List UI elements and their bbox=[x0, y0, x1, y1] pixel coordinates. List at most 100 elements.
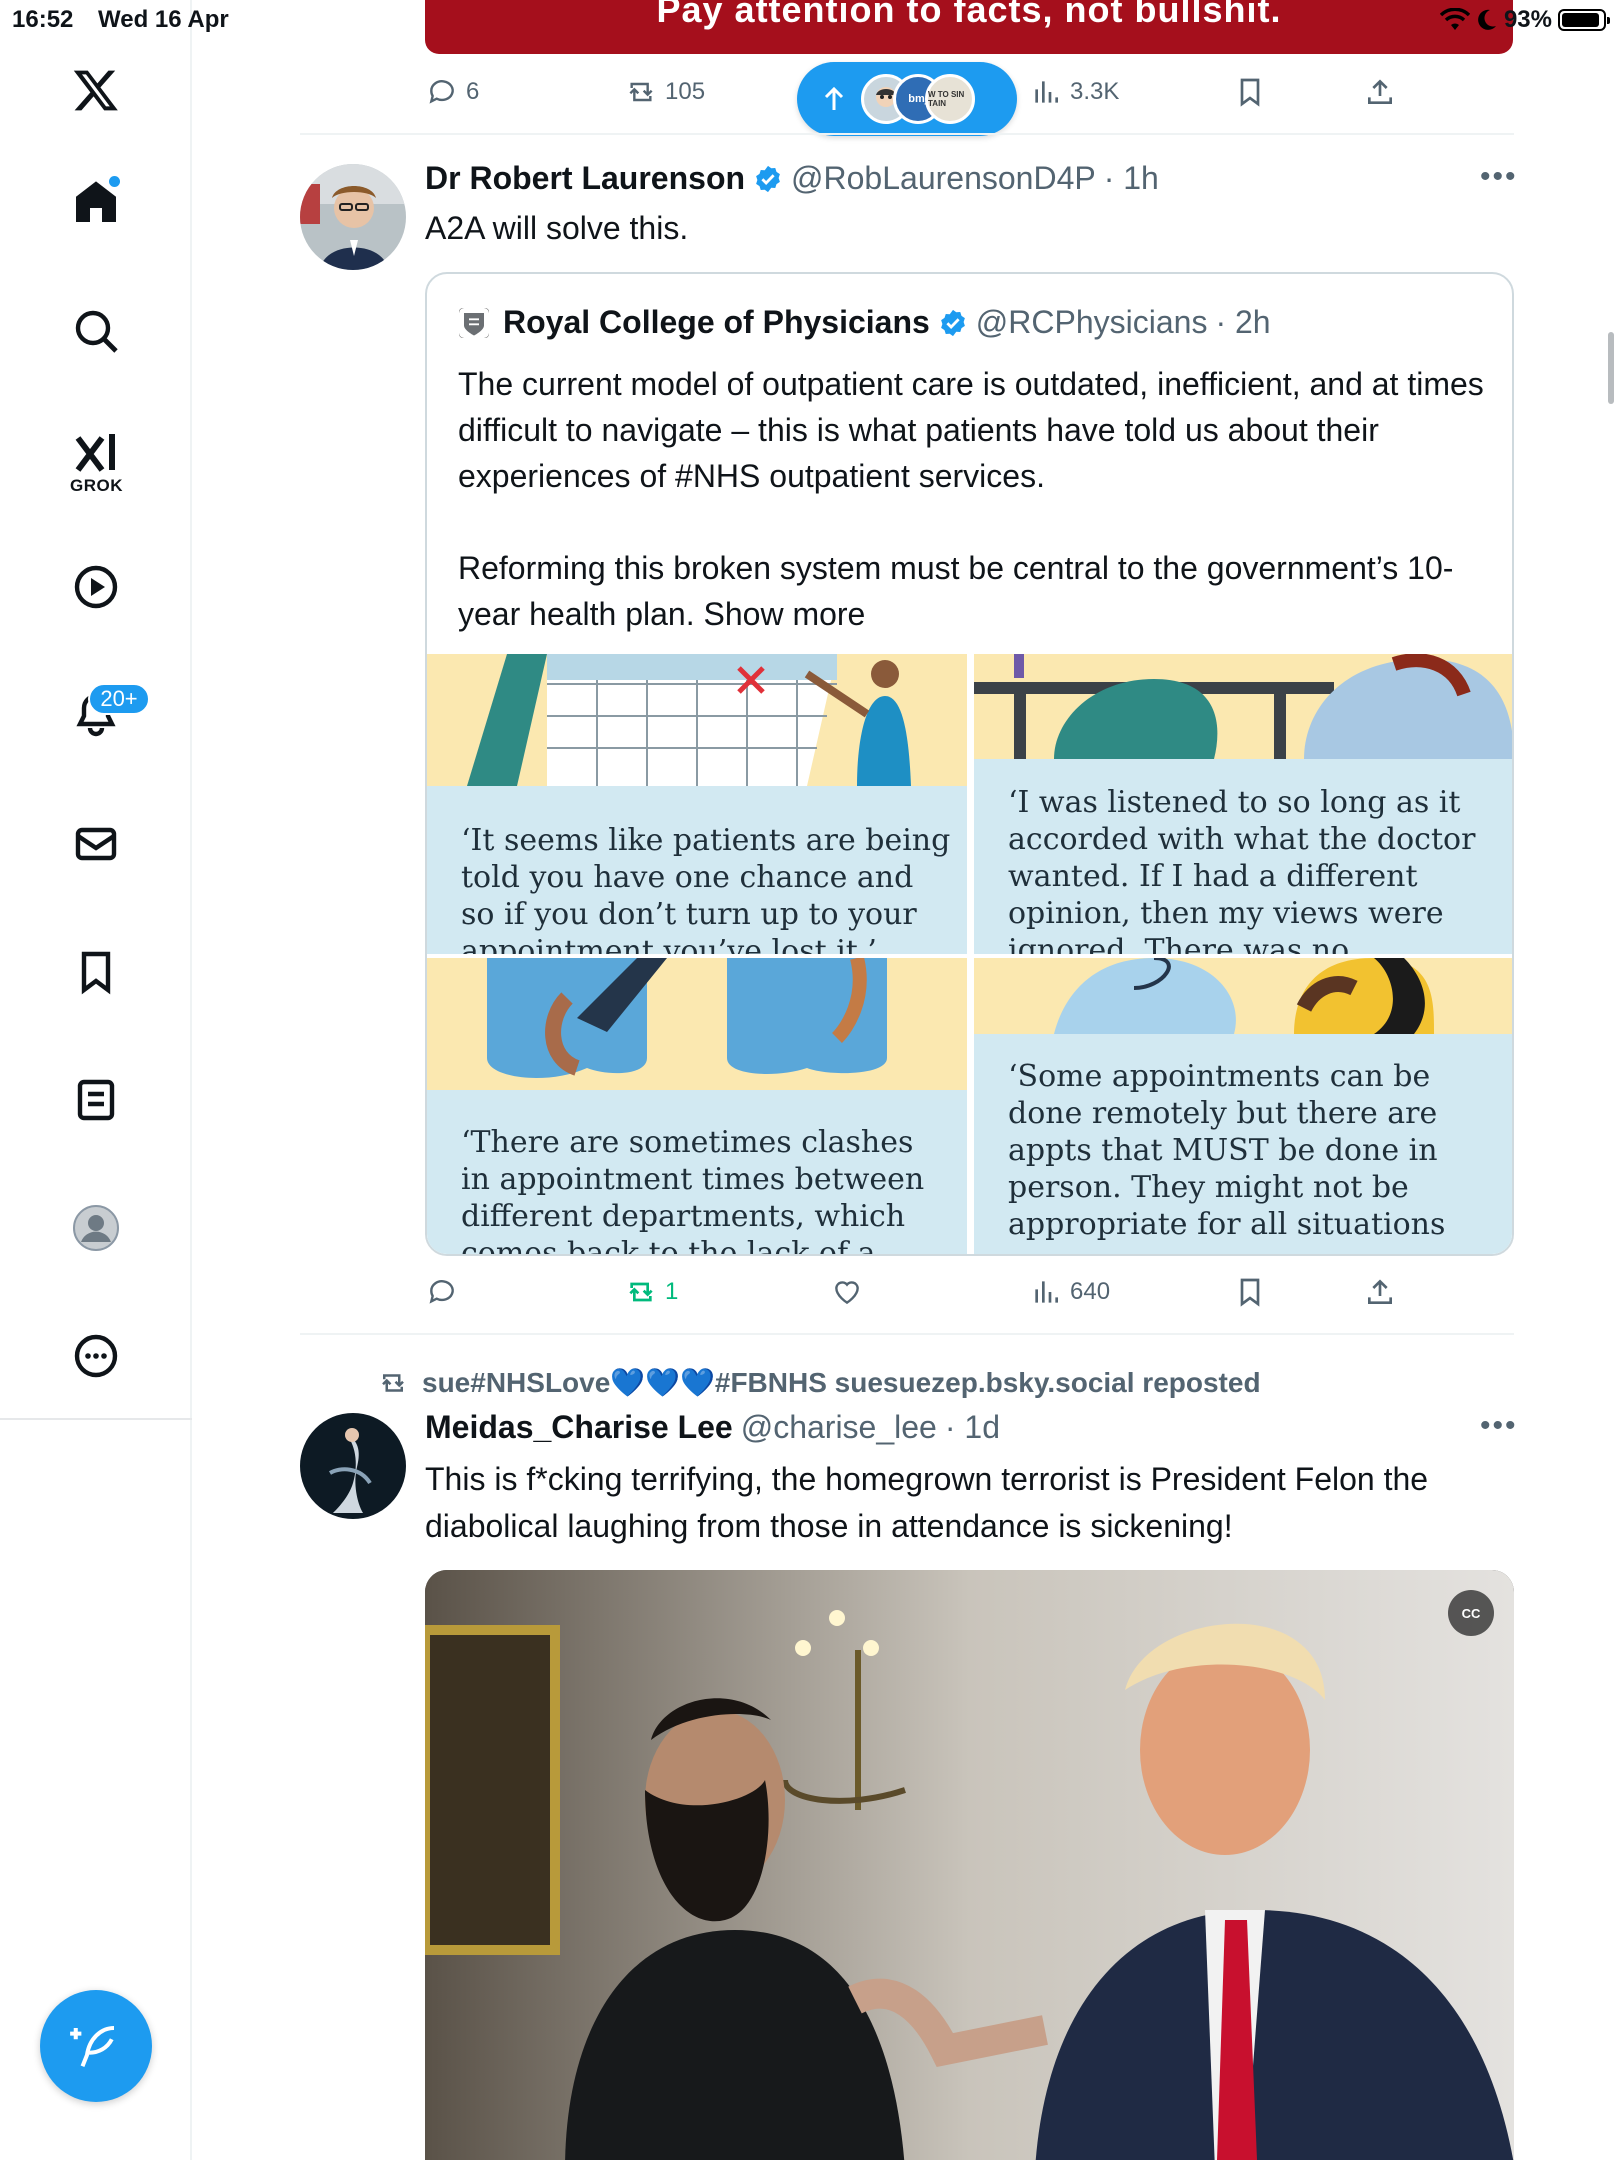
play-icon bbox=[74, 565, 118, 609]
grok-label: GROK bbox=[70, 476, 123, 495]
tweet0-share[interactable] bbox=[1364, 76, 1396, 108]
share-icon bbox=[1368, 1279, 1392, 1304]
repost-count: 1 bbox=[665, 1278, 679, 1305]
views-count: 640 bbox=[1070, 1278, 1111, 1305]
sidebar: GROK 20+ bbox=[0, 0, 192, 2160]
mail-icon bbox=[75, 827, 117, 861]
nav-lists[interactable] bbox=[62, 1066, 130, 1134]
tweet0-repost[interactable]: 105 bbox=[625, 76, 705, 108]
heart-icon bbox=[835, 1281, 859, 1305]
battery-icon bbox=[1558, 9, 1610, 31]
tweet-time[interactable]: · 1h bbox=[1104, 160, 1159, 197]
media-panel-4[interactable]: ‘Some appointments can be done remotely … bbox=[974, 958, 1512, 1254]
panel-quote-4: ‘Some appointments can be done remotely … bbox=[1008, 1059, 1446, 1242]
bookmark-icon bbox=[1240, 78, 1260, 107]
nav-videos[interactable] bbox=[62, 553, 130, 621]
share-icon bbox=[1368, 79, 1392, 104]
author-handle[interactable]: @charise_lee bbox=[741, 1409, 937, 1446]
nav-bookmarks[interactable] bbox=[62, 938, 130, 1006]
quote-author-handle: @RCPhysicians bbox=[975, 304, 1208, 340]
more-options-icon[interactable]: ••• bbox=[1480, 1409, 1518, 1443]
media-panel-2[interactable]: ‘I was listened to so long as it accorde… bbox=[974, 654, 1512, 954]
battery-percent: 93% bbox=[1503, 6, 1552, 33]
arrow-up-icon bbox=[824, 86, 844, 110]
tweet1-views[interactable]: 640 bbox=[1030, 1276, 1110, 1308]
divider bbox=[300, 133, 1514, 135]
wifi-icon bbox=[1439, 8, 1470, 30]
video-player[interactable]: CC bbox=[425, 1570, 1514, 2160]
search-icon bbox=[75, 310, 118, 353]
panel-illustration bbox=[974, 654, 1512, 759]
more-options-icon[interactable]: ••• bbox=[1480, 160, 1518, 194]
status-time: 16:52 bbox=[12, 6, 74, 33]
tweet1-share[interactable] bbox=[1364, 1276, 1396, 1308]
moon-icon bbox=[1478, 9, 1496, 30]
show-more-link[interactable]: Show more bbox=[704, 596, 866, 632]
bookmark-icon bbox=[1240, 1278, 1260, 1307]
nav-more[interactable] bbox=[62, 1322, 130, 1390]
status-bar: 16:52 Wed 16 Apr 93% bbox=[0, 0, 1620, 40]
avatar-robert-laurenson[interactable] bbox=[300, 164, 406, 270]
verified-badge-icon bbox=[756, 165, 780, 192]
views-icon bbox=[1035, 1281, 1058, 1303]
tweet1-bookmark[interactable] bbox=[1234, 1276, 1266, 1308]
x-logo[interactable] bbox=[62, 56, 130, 124]
tweet0-views[interactable]: 3.3K bbox=[1030, 76, 1119, 108]
tweet2-header: Meidas_Charise Lee @charise_lee · 1d bbox=[425, 1409, 1000, 1446]
repost-icon bbox=[382, 1373, 404, 1392]
tweet0-reply[interactable]: 6 bbox=[426, 76, 479, 108]
tweet-text: This is f*cking terrifying, the homegrow… bbox=[425, 1461, 1429, 1544]
tweet0-bookmark[interactable] bbox=[1234, 76, 1266, 108]
repost-context[interactable]: sue#NHSLove💙💙💙#FBNHS suesuezep.bsky.soci… bbox=[378, 1366, 1261, 1399]
author-name[interactable]: Dr Robert Laurenson bbox=[425, 160, 745, 197]
sidebar-divider bbox=[0, 1418, 192, 1420]
reply-count: 6 bbox=[466, 78, 480, 105]
tweet1-like[interactable] bbox=[831, 1276, 871, 1308]
pill-avatar-3: W TO SIN TAIN bbox=[925, 74, 975, 124]
bookmark-icon bbox=[81, 951, 111, 995]
repost-icon bbox=[629, 1282, 653, 1302]
scrollbar[interactable] bbox=[1608, 332, 1614, 404]
reply-icon bbox=[429, 1280, 454, 1304]
nav-messages[interactable] bbox=[62, 810, 130, 878]
nav-explore[interactable] bbox=[62, 297, 130, 365]
quote-author-name: Royal College of Physicians bbox=[503, 304, 930, 340]
tweet1-repost[interactable]: 1 bbox=[625, 1276, 678, 1308]
quote-media-grid: ‘It seems like patients are being told y… bbox=[427, 654, 1512, 1256]
repost-icon bbox=[629, 82, 653, 102]
home-unread-dot bbox=[109, 176, 120, 187]
tweet1-header: Dr Robert Laurenson @RobLaurensonD4P · 1… bbox=[425, 160, 1159, 197]
quote-tweet-card[interactable]: Royal College of Physicians @RCPhysician… bbox=[425, 272, 1514, 1256]
repost-context-text: sue#NHSLove💙💙💙#FBNHS suesuezep.bsky.soci… bbox=[422, 1367, 1261, 1398]
grok-icon bbox=[75, 434, 115, 472]
x-logo-icon bbox=[73, 70, 118, 111]
quote-time: · 2h bbox=[1215, 304, 1271, 340]
media-panel-1[interactable]: ‘It seems like patients are being told y… bbox=[427, 654, 967, 954]
nav-home[interactable] bbox=[62, 168, 130, 236]
nav-profile[interactable] bbox=[62, 1194, 130, 1262]
profile-avatar-icon bbox=[73, 1205, 119, 1251]
tweet-time[interactable]: · 1d bbox=[945, 1409, 1000, 1446]
notifications-badge: 20+ bbox=[88, 683, 150, 715]
repost-count: 105 bbox=[665, 78, 706, 105]
panel-illustration bbox=[974, 958, 1512, 1034]
video-frame bbox=[425, 1570, 1514, 2160]
tweet-text: A2A will solve this. bbox=[425, 210, 689, 246]
quote-header: Royal College of Physicians @RCPhysician… bbox=[459, 304, 1271, 341]
author-handle[interactable]: @RobLaurensonD4P bbox=[791, 160, 1096, 197]
author-name[interactable]: Meidas_Charise Lee bbox=[425, 1409, 733, 1446]
quote-text: The current model of outpatient care is … bbox=[458, 361, 1488, 637]
views-count: 3.3K bbox=[1070, 78, 1120, 105]
captions-button[interactable]: CC bbox=[1448, 1590, 1494, 1636]
avatar-charise-lee[interactable] bbox=[300, 1413, 406, 1519]
new-posts-pill[interactable]: bmj W TO SIN TAIN bbox=[797, 62, 1017, 136]
panel-quote-3: ‘There are sometimes clashes in appointm… bbox=[461, 1125, 925, 1256]
status-date: Wed 16 Apr bbox=[98, 6, 229, 33]
compose-button[interactable] bbox=[40, 1990, 152, 2102]
tweet1-reply[interactable] bbox=[426, 1276, 466, 1308]
new-posts-avatars: bmj W TO SIN TAIN bbox=[861, 74, 975, 124]
compose-feather-icon bbox=[70, 2025, 115, 2068]
media-panel-3[interactable]: ‘There are sometimes clashes in appointm… bbox=[427, 958, 967, 1256]
panel-illustration bbox=[427, 958, 967, 1090]
quote-body: The current model of outpatient care is … bbox=[458, 366, 1484, 632]
